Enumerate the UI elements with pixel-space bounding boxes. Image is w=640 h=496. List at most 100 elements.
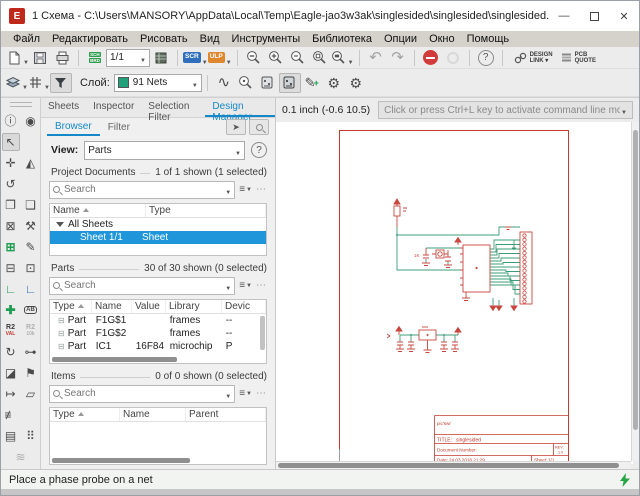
label-tool[interactable]: AB [22,301,40,319]
col-type[interactable]: Type [50,408,120,421]
col-name[interactable]: Name [92,300,132,313]
documents-menu-button[interactable]: ⋯ [256,184,267,195]
col-device[interactable]: Devic [222,300,266,313]
col-type[interactable]: Type [146,204,266,217]
erc-check-button[interactable] [257,73,279,93]
part-row[interactable]: ⊟ Part IC1 16F84 microchip P [50,340,266,353]
menu-window[interactable]: Окно [423,33,461,45]
command-line[interactable]: Click or press Ctrl+L key to activate co… [378,101,633,119]
net-tool[interactable]: ∟ [2,280,20,298]
horizontal-scrollbar[interactable] [52,458,190,463]
tab-sheets[interactable]: Sheets [41,98,86,117]
col-name[interactable]: Name [120,408,186,421]
items-menu-button[interactable]: ⋯ [256,388,267,399]
paint-tool[interactable]: ▤ [2,427,20,445]
erc-errors-button[interactable] [279,73,301,93]
parts-menu-button[interactable]: ⋯ [256,280,267,291]
documents-search[interactable]: ▼ [49,181,235,199]
run-script-button[interactable]: SCR▼ [183,48,208,68]
grid-button[interactable]: ▼ [28,73,50,93]
documents-search-input[interactable] [64,184,224,195]
minimize-button[interactable]: — [549,1,579,31]
zoom-mode-button[interactable] [249,119,269,135]
redo-button[interactable]: ↷ [387,48,409,68]
menu-file[interactable]: Файл [7,33,46,45]
col-value[interactable]: Value [132,300,166,313]
tab-inspector[interactable]: Inspector [86,98,141,117]
items-search[interactable]: ▼ [49,385,235,403]
sheet-group-row[interactable]: All Sheets [50,218,266,231]
copy-tool[interactable]: ❐ [2,196,20,214]
sheet-selector[interactable]: 1/1▼ [106,49,150,67]
menu-help[interactable]: Помощь [461,33,516,45]
info-tool[interactable]: ⓘ [2,112,20,130]
split-tool[interactable]: ≢ [2,406,20,424]
name-tool[interactable]: R2VAL [2,322,20,340]
documents-view-button[interactable]: ≡▼ [239,184,252,195]
print-button[interactable] [51,48,73,68]
save-button[interactable] [29,48,51,68]
stop-button[interactable] [420,48,442,68]
cursor-mode-button[interactable]: ➤ [226,119,246,135]
probe-tool[interactable]: ↦ [2,385,20,403]
sch-brd-toggle-button[interactable]: SCHBRD [84,48,106,68]
replace-tool[interactable]: ⊟ [2,259,20,277]
items-search-input[interactable] [64,388,224,399]
items-view-button[interactable]: ≡▼ [239,388,252,399]
zoom-out-button[interactable] [287,48,309,68]
miter-tool[interactable]: ◪ [2,364,20,382]
junction-tool[interactable]: ✚ [2,301,20,319]
horizontal-scrollbar[interactable] [52,357,177,362]
vertical-scrollbar[interactable] [260,316,265,350]
move-tool[interactable]: ✛ [2,154,20,172]
menu-draw[interactable]: Рисовать [134,33,194,45]
canvas-vertical-scrollbar[interactable] [631,122,639,461]
tab-browser[interactable]: Browser [47,119,100,136]
col-parent[interactable]: Parent [186,408,266,421]
panel-help-button[interactable]: ? [251,142,267,158]
col-name[interactable]: Name [50,204,146,217]
part-row[interactable]: ⊟ Part F1G$2 frames -- [50,327,266,340]
parts-search-input[interactable] [64,280,224,291]
paste-tool[interactable]: ❑ [22,196,40,214]
canvas-horizontal-scrollbar[interactable] [276,461,631,469]
zoom-redraw-button[interactable]: ▼ [331,48,354,68]
expand-icon[interactable] [56,222,64,227]
sheet-row[interactable]: Sheet 1/1 Sheet [50,231,266,244]
attribute-tool[interactable]: ⚑ [22,364,40,382]
parts-view-button[interactable]: ≡▼ [239,280,252,291]
zoom-in-button[interactable] [265,48,287,68]
value-tool[interactable]: R210k [22,322,40,340]
design-link-button[interactable]: DESIGNLINK ▾ [514,48,553,68]
close-button[interactable]: ✕ [609,1,639,31]
change-tool[interactable]: ⚒ [22,217,40,235]
select-tool[interactable]: ↖ [2,133,20,151]
add-part-tool[interactable]: ⊞ [2,238,20,256]
rotate-tool[interactable]: ↺ [2,175,20,193]
polygon-tool[interactable]: ▱ [22,385,40,403]
smash-tool[interactable]: ↻ [2,343,20,361]
zoom-net-button[interactable] [235,73,257,93]
menu-edit[interactable]: Редактировать [46,33,134,45]
show-tool[interactable]: ◉ [22,112,40,130]
delete-tool[interactable]: ⊠ [2,217,20,235]
view-selector[interactable]: Parts ▼ [84,141,245,160]
menu-tools[interactable]: Инструменты [226,33,307,45]
parts-search[interactable]: ▼ [49,277,235,295]
layer-selector[interactable]: 91 Nets ▼ [114,74,202,92]
tab-filter[interactable]: Filter [100,120,138,135]
menu-library[interactable]: Библиотека [306,33,378,45]
gateswap-tool[interactable]: ⊡ [22,259,40,277]
zoom-fit-button[interactable] [243,48,265,68]
invoke-tool[interactable]: ⊶ [22,343,40,361]
frames-button[interactable] [150,48,172,68]
menu-view[interactable]: Вид [194,33,226,45]
col-library[interactable]: Library [166,300,222,313]
mirror-tool[interactable]: ◭ [22,154,40,172]
help-button[interactable]: ? [475,48,497,68]
settings-button[interactable]: ⚙ [323,73,345,93]
run-ulp-button[interactable]: ULP▼ [208,48,232,68]
tab-selection-filter[interactable]: Selection Filter [141,98,205,117]
go-button[interactable] [442,48,464,68]
zoom-select-button[interactable] [309,48,331,68]
